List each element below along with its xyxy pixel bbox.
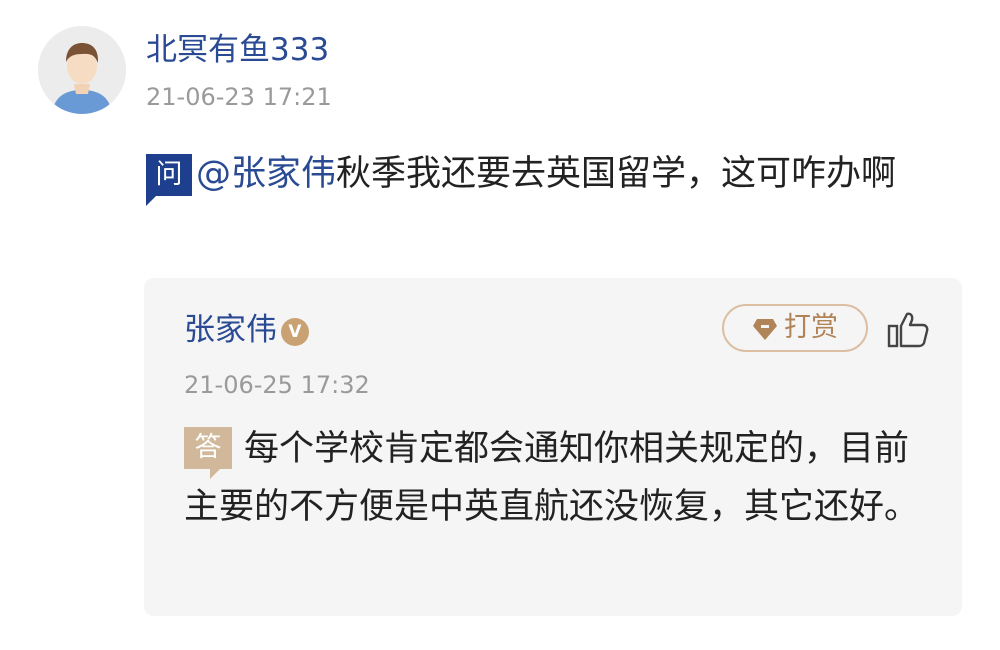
tip-label: 打赏 bbox=[784, 312, 838, 343]
verified-badge-icon: V bbox=[281, 318, 309, 346]
answer-body: 每个学校肯定都会通知你相关规定的，目前主要的不方便是中英直航还没恢复，其它还好。 bbox=[184, 429, 920, 527]
user-avatar[interactable] bbox=[38, 26, 126, 114]
question-badge: 问 bbox=[146, 154, 192, 206]
answer-timestamp: 21-06-25 17:32 bbox=[184, 371, 370, 399]
thumbs-up-icon[interactable] bbox=[886, 310, 930, 350]
mention-link[interactable]: @张家伟 bbox=[196, 154, 336, 194]
tip-button[interactable]: 打赏 bbox=[722, 304, 868, 352]
gem-icon bbox=[752, 311, 778, 355]
question-body: 秋季我还要去英国留学，这可咋办啊 bbox=[336, 154, 897, 194]
answer-card: 张家伟 V 打赏 21-06-25 17:32 答每个学校肯定都会通知你相关规定的… bbox=[144, 278, 962, 616]
answerer-name-row: 张家伟 V bbox=[184, 310, 309, 350]
username[interactable]: 北冥有鱼333 bbox=[146, 30, 329, 70]
answer-badge: 答 bbox=[184, 427, 232, 479]
answerer-name[interactable]: 张家伟 bbox=[184, 312, 277, 348]
comment-timestamp: 21-06-23 17:21 bbox=[146, 83, 332, 111]
question-text-block: 问 @张家伟秋季我还要去英国留学，这可咋办啊 bbox=[146, 146, 946, 206]
default-user-avatar-icon bbox=[38, 26, 126, 114]
answer-text-block: 答每个学校肯定都会通知你相关规定的，目前主要的不方便是中英直航还没恢复，其它还好… bbox=[184, 420, 924, 536]
